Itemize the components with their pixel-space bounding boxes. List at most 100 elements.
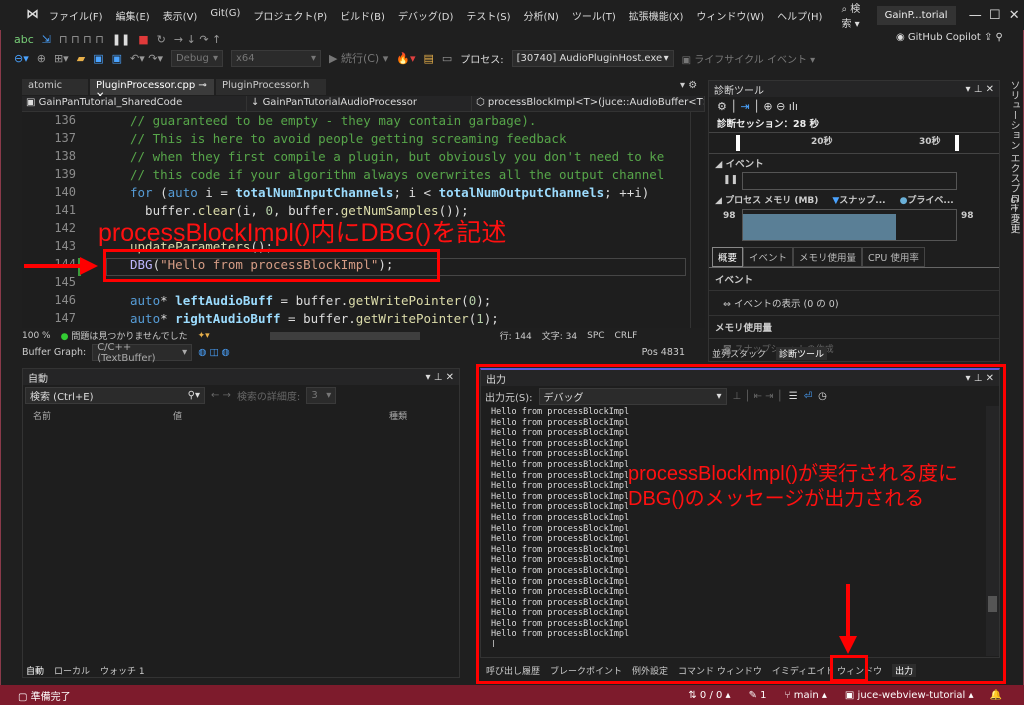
continue-label: 続行(C) [340, 52, 380, 65]
back-icon[interactable]: ⊖▾ [14, 52, 29, 65]
git-changes-tab[interactable]: Git 変更 [1006, 196, 1021, 234]
hot-reload-icon[interactable]: 🔥▾ [396, 52, 415, 65]
menu-item[interactable]: 分析(N) [524, 8, 559, 23]
menu-item[interactable]: ファイル(F) [49, 8, 103, 23]
issues-status[interactable]: ● 問題は見つかりませんでした [61, 329, 188, 342]
spacing-mode[interactable]: SPC [587, 331, 604, 341]
menu-item[interactable]: ビルド(B) [340, 8, 385, 23]
autos-tab[interactable]: 自動 [26, 664, 44, 677]
find-icon[interactable]: ▤ [423, 52, 433, 65]
save-all-icon[interactable]: ▣ [112, 52, 122, 65]
search-button[interactable]: ⌕ 検索 ▾ [841, 0, 862, 30]
cleanup-icon[interactable]: ✦▾ [198, 331, 210, 341]
close-button[interactable]: ✕ [1005, 8, 1024, 23]
diag-title: 診断ツール [714, 85, 764, 97]
pending-edits[interactable]: ✎ 1 [749, 690, 767, 701]
timeline-ruler[interactable]: 20秒 30秒 [709, 132, 999, 154]
menu-item[interactable]: 表示(V) [163, 8, 198, 23]
project-dropdown[interactable]: ▣ GainPanTutorial_SharedCode [22, 96, 247, 111]
col-name[interactable]: 名前 [33, 409, 173, 422]
panel-controls[interactable]: ▾ ⊥ ✕ [966, 84, 994, 95]
tab-pluginprocessor-h[interactable]: PluginProcessor.h [216, 79, 326, 95]
repo-selector[interactable]: ▣ juce-webview-tutorial ▴ [845, 690, 974, 701]
menu-item[interactable]: プロジェクト(P) [253, 8, 327, 23]
menu-item[interactable]: Git(G) [210, 8, 240, 23]
timeline-start-handle[interactable] [736, 135, 740, 151]
undo-icon[interactable]: ↶▾ ↷▾ [130, 52, 163, 65]
notifications-icon[interactable]: 🔔 [990, 690, 1002, 701]
diag-bottom-tab[interactable]: 並列スタック [712, 347, 766, 360]
stop-icon[interactable]: ■ [138, 33, 148, 46]
copilot-button[interactable]: ◉ GitHub Copilot ⇪ ⚲ [896, 32, 1003, 43]
minimize-button[interactable]: — [966, 8, 986, 23]
vs-logo-icon: ⋈ [26, 7, 39, 22]
tab-pluginprocessor-cpp[interactable]: PluginProcessor.cpp ⊸ ✕ [90, 79, 214, 102]
document-tabs: atomic PluginProcessor.cpp ⊸ ✕ PluginPro… [22, 79, 328, 102]
process-dropdown[interactable]: [30740] AudioPluginHost.exe ▾ [511, 49, 674, 67]
col-value[interactable]: 値 [173, 409, 389, 422]
new-project-icon[interactable]: ⊞▾ [54, 52, 69, 65]
depth-dropdown[interactable]: 3 ▾ [306, 387, 337, 404]
menu-item[interactable]: ヘルプ(H) [777, 8, 822, 23]
tab-options-icon[interactable]: ▾ ⚙ [680, 80, 697, 91]
search-nav-icons[interactable]: ← → [211, 390, 231, 401]
pause-icon[interactable]: ❚❚ [112, 33, 130, 46]
menu-item[interactable]: テスト(S) [466, 8, 510, 23]
zoom-out-icon[interactable]: ⊖ [776, 100, 785, 113]
diag-tab[interactable]: メモリ使用量 [793, 247, 863, 267]
code-line: auto* leftAudioBuff = buffer.getWritePoi… [130, 293, 492, 308]
window-icon[interactable]: ▭ [442, 52, 452, 65]
zoom-level[interactable]: 100 % [22, 331, 51, 341]
branch-selector[interactable]: ⑂ main ▴ [785, 690, 827, 701]
config-dropdown[interactable]: Debug ▾ [170, 49, 223, 67]
pause-icon[interactable]: ❚❚ [723, 175, 738, 185]
step-icon[interactable]: ⇲ [42, 33, 51, 46]
graph-icon[interactable]: ◍ ◫ ◍ [198, 347, 230, 358]
line-ending[interactable]: CRLF [615, 331, 638, 341]
diag-bottom-tab[interactable]: 診断ツール [776, 347, 828, 360]
tab-atomic[interactable]: atomic [22, 79, 88, 95]
diag-tab[interactable]: イベント [743, 247, 794, 267]
panel-controls[interactable]: ▾ ⊥ ✕ [426, 372, 454, 383]
lifecycle-dropdown[interactable]: ▣ ライフサイクル イベント ▾ [682, 51, 816, 66]
menu-item[interactable]: 編集(E) [116, 8, 150, 23]
continue-button[interactable]: ▶ 続行(C) ▾ [329, 50, 388, 66]
horizontal-scrollbar[interactable] [269, 331, 420, 340]
menu-item[interactable]: ツール(T) [572, 8, 616, 23]
depth-value: 3 [311, 390, 318, 401]
editor-scrollbar[interactable] [690, 112, 704, 328]
buffer-graph-bar: Buffer Graph: C/C++ (TextBuffer) ▾ ◍ ◫ ◍ … [22, 342, 705, 364]
spellcheck-icon[interactable]: abc [14, 33, 34, 46]
maximize-button[interactable]: ☐ [985, 8, 1005, 23]
step-over-icon[interactable]: → ↓ ↷ ↑ [174, 33, 221, 46]
autos-tab[interactable]: ローカル [54, 664, 90, 677]
pin-icon[interactable]: ⊸ [198, 80, 206, 91]
settings-icon[interactable]: ⚙ [717, 100, 727, 113]
open-folder-icon[interactable]: ▰ [77, 52, 85, 65]
diag-tab[interactable]: 概要 [712, 247, 744, 267]
col-type[interactable]: 種類 [389, 409, 407, 422]
menu-item[interactable]: 拡張機能(X) [629, 8, 684, 23]
sync-status[interactable]: ⇅ 0 / 0 ▴ [688, 690, 730, 701]
bookmark-icon[interactable]: ⊓ ⊓ ⊓ ⊓ [59, 33, 104, 46]
forward-icon[interactable]: ⊕ [37, 52, 46, 65]
show-events-link[interactable]: ⇔ イベントの表示 (0 の 0) [709, 291, 999, 316]
menu-item[interactable]: デバッグ(D) [398, 8, 454, 23]
buffer-graph-dropdown[interactable]: C/C++ (TextBuffer) ▾ [92, 342, 193, 364]
menu-item[interactable]: ウィンドウ(W) [696, 8, 764, 23]
export-icon[interactable]: ⇥ [741, 100, 750, 113]
chart-icon[interactable]: ılı [789, 100, 798, 113]
solution-name[interactable]: GainP...torial [876, 5, 956, 25]
class-dropdown[interactable]: ↓ GainPanTutorialAudioProcessor [247, 96, 472, 111]
events-section[interactable]: ◢ イベント [709, 154, 999, 172]
timeline-end-handle[interactable] [955, 135, 959, 151]
autos-tab[interactable]: ウォッチ 1 [100, 664, 145, 677]
platform-dropdown[interactable]: x64 ▾ [230, 49, 321, 67]
zoom-in-icon[interactable]: ⊕ [763, 100, 772, 113]
restart-icon[interactable]: ↻ [157, 33, 166, 46]
save-icon[interactable]: ▣ [93, 52, 103, 65]
diag-tab[interactable]: CPU 使用率 [862, 247, 925, 267]
memory-section[interactable]: ◢ プロセス メモリ (MB) ▼スナップ... ●プライベ... [709, 190, 999, 209]
autos-search-input[interactable]: 検索 (Ctrl+E) ⚲▾ [25, 387, 205, 404]
member-dropdown[interactable]: ⬡ processBlockImpl<T>(juce::AudioBuffer<… [472, 96, 705, 111]
